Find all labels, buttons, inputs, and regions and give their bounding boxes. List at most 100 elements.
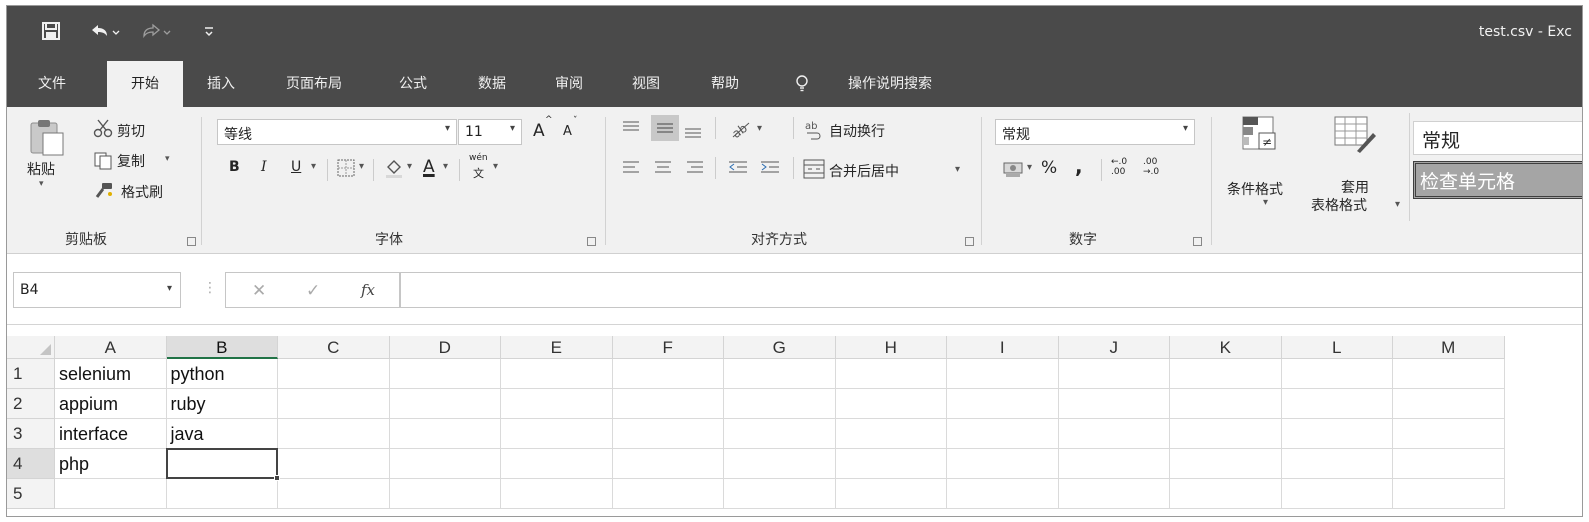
cell-l3[interactable] xyxy=(1281,419,1393,449)
cell-h5[interactable] xyxy=(835,479,947,509)
cell-e4[interactable] xyxy=(501,449,613,479)
copy-button[interactable]: 复制 xyxy=(117,151,145,171)
tell-me-search[interactable]: 操作说明搜索 xyxy=(825,61,955,107)
phonetic-button[interactable]: 文 xyxy=(473,165,484,181)
align-right-icon[interactable] xyxy=(685,159,705,181)
wrap-text-button[interactable]: 自动换行 xyxy=(829,121,885,141)
underline-dropdown-icon[interactable]: ▾ xyxy=(311,161,316,172)
align-bottom-icon[interactable] xyxy=(683,121,703,143)
paste-button[interactable]: 粘贴 xyxy=(27,159,55,179)
cell-k1[interactable] xyxy=(1170,359,1282,389)
column-header-m[interactable]: M xyxy=(1393,336,1505,359)
cell-i3[interactable] xyxy=(947,419,1059,449)
format-as-table-line1[interactable]: 套用 xyxy=(1341,177,1369,197)
font-name-combo[interactable]: 等线 ▾ xyxy=(217,119,457,145)
cell-e3[interactable] xyxy=(501,419,613,449)
cell-j1[interactable] xyxy=(1058,359,1170,389)
cell-d2[interactable] xyxy=(389,389,501,419)
save-icon[interactable] xyxy=(41,21,61,44)
customize-qat-icon[interactable] xyxy=(203,21,215,44)
cell-f5[interactable] xyxy=(612,479,724,509)
format-painter-icon[interactable] xyxy=(93,181,115,205)
cell-f1[interactable] xyxy=(612,359,724,389)
cell-m3[interactable] xyxy=(1393,419,1505,449)
cancel-button[interactable]: ✕ xyxy=(252,281,266,301)
cell-m5[interactable] xyxy=(1393,479,1505,509)
tab-file[interactable]: 文件 xyxy=(23,61,81,107)
align-top-icon[interactable] xyxy=(621,119,641,141)
column-header-c[interactable]: C xyxy=(278,336,390,359)
cell-j5[interactable] xyxy=(1058,479,1170,509)
cut-icon[interactable] xyxy=(93,119,115,143)
cell-k2[interactable] xyxy=(1170,389,1282,419)
cell-c1[interactable] xyxy=(278,359,390,389)
cell-g3[interactable] xyxy=(724,419,836,449)
bold-button[interactable]: B xyxy=(229,159,240,175)
number-format-combo[interactable]: 常规 ▾ xyxy=(995,119,1195,145)
cut-button[interactable]: 剪切 xyxy=(117,121,145,141)
borders-icon[interactable] xyxy=(337,159,355,181)
underline-button[interactable]: U xyxy=(291,159,301,175)
cell-c5[interactable] xyxy=(278,479,390,509)
font-color-dropdown-icon[interactable]: ▾ xyxy=(443,161,448,172)
conditional-format-dropdown-icon[interactable]: ▾ xyxy=(1263,197,1268,208)
cell-j3[interactable] xyxy=(1058,419,1170,449)
fill-dropdown-icon[interactable]: ▾ xyxy=(407,161,412,172)
orientation-icon[interactable]: ab xyxy=(729,119,753,143)
cell-i2[interactable] xyxy=(947,389,1059,419)
row-header-5[interactable]: 5 xyxy=(7,479,55,509)
style-check-cell[interactable]: 检查单元格 xyxy=(1413,161,1582,199)
align-center-icon[interactable] xyxy=(653,159,673,181)
column-header-a[interactable]: A xyxy=(55,336,167,359)
tab-data[interactable]: 数据 xyxy=(467,61,517,107)
tab-view[interactable]: 视图 xyxy=(621,61,671,107)
conditional-format-icon[interactable]: ≠ xyxy=(1241,115,1281,159)
more-options-icon[interactable]: ⋮ xyxy=(203,280,217,296)
tab-formulas[interactable]: 公式 xyxy=(388,61,438,107)
tab-help[interactable]: 帮助 xyxy=(700,61,750,107)
cell-b2[interactable]: ruby xyxy=(166,389,278,419)
conditional-format-button[interactable]: 条件格式 xyxy=(1227,179,1283,199)
cell-a4[interactable]: php xyxy=(55,449,167,479)
cell-l2[interactable] xyxy=(1281,389,1393,419)
insert-function-button[interactable]: fx xyxy=(361,281,375,299)
column-header-g[interactable]: G xyxy=(724,336,836,359)
accounting-format-icon[interactable] xyxy=(1003,159,1025,183)
row-header-1[interactable]: 1 xyxy=(7,359,55,389)
cell-b5[interactable] xyxy=(166,479,278,509)
column-header-e[interactable]: E xyxy=(501,336,613,359)
shrink-font-button[interactable]: A xyxy=(563,124,572,139)
cell-b3[interactable]: java xyxy=(166,419,278,449)
cell-e5[interactable] xyxy=(501,479,613,509)
cell-k3[interactable] xyxy=(1170,419,1282,449)
cell-k4[interactable] xyxy=(1170,449,1282,479)
font-launcher-icon[interactable] xyxy=(587,237,596,246)
cell-g5[interactable] xyxy=(724,479,836,509)
cell-l4[interactable] xyxy=(1281,449,1393,479)
decrease-decimal-button[interactable]: .00 →.0 xyxy=(1143,157,1159,177)
cell-h1[interactable] xyxy=(835,359,947,389)
cell-f4[interactable] xyxy=(612,449,724,479)
phonetic-dropdown-icon[interactable]: ▾ xyxy=(493,161,498,172)
cell-j4[interactable] xyxy=(1058,449,1170,479)
cell-c4[interactable] xyxy=(278,449,390,479)
grow-font-button[interactable]: A xyxy=(533,121,545,141)
cell-j2[interactable] xyxy=(1058,389,1170,419)
cell-h4[interactable] xyxy=(835,449,947,479)
cell-i1[interactable] xyxy=(947,359,1059,389)
number-launcher-icon[interactable] xyxy=(1193,237,1202,246)
column-header-d[interactable]: D xyxy=(389,336,501,359)
borders-dropdown-icon[interactable]: ▾ xyxy=(359,161,364,172)
merge-center-button[interactable]: 合并后居中 xyxy=(829,161,899,181)
increase-decimal-button[interactable]: ←.0 .00 xyxy=(1111,157,1127,177)
redo-icon[interactable] xyxy=(140,21,174,44)
column-header-b[interactable]: B xyxy=(166,336,278,359)
cell-g1[interactable] xyxy=(724,359,836,389)
cell-f2[interactable] xyxy=(612,389,724,419)
column-header-k[interactable]: K xyxy=(1170,336,1282,359)
paste-icon[interactable] xyxy=(27,117,67,161)
cell-l1[interactable] xyxy=(1281,359,1393,389)
increase-indent-icon[interactable] xyxy=(759,159,781,181)
alignment-launcher-icon[interactable] xyxy=(965,237,974,246)
tab-home[interactable]: 开始 xyxy=(107,61,183,107)
